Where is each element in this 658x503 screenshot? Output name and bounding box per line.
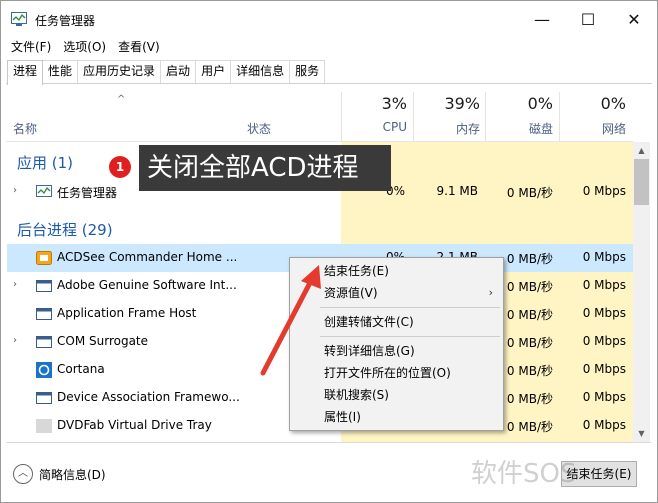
tab-details[interactable]: 详细信息: [230, 60, 291, 83]
window-title: 任务管理器: [35, 14, 96, 28]
task-manager-window: 任务管理器 — ☐ ✕ 文件(F) 选项(O) 查看(V) 进程 性能 应用历史…: [0, 0, 658, 503]
menu-options[interactable]: 选项(O): [57, 37, 112, 57]
window-app-icon: [36, 280, 52, 292]
sort-arrow-icon: ^: [117, 94, 126, 105]
menu-separator: [320, 307, 500, 308]
acdsee-icon: [36, 251, 52, 265]
title-bar: 任务管理器 — ☐ ✕: [1, 1, 657, 37]
disk-percent: 0%: [527, 94, 553, 113]
memory-percent: 39%: [444, 94, 480, 113]
dvdfab-icon: [36, 419, 52, 433]
vertical-scrollbar[interactable]: ▲ ▼: [633, 142, 650, 442]
disk-value: 0 MB/秒: [506, 186, 553, 200]
menu-create-dump-label: 创建转储文件(C): [324, 315, 414, 329]
column-name[interactable]: 名称: [13, 120, 37, 137]
menu-file[interactable]: 文件(F): [5, 37, 57, 57]
window-app-icon: [36, 336, 52, 348]
network-value: 0 Mbps: [582, 184, 626, 198]
minimize-icon: —: [534, 9, 550, 29]
menu-search-online-label: 联机搜索(S): [324, 388, 389, 402]
tab-processes[interactable]: 进程: [7, 60, 44, 85]
memory-value: 9.1 MB: [436, 184, 478, 198]
memory-label: 内存: [455, 122, 480, 136]
process-name: COM Surrogate: [57, 334, 149, 348]
network-label: 网络: [601, 122, 626, 136]
tab-strip: 进程 性能 应用历史记录 启动 用户 详细信息 服务: [7, 60, 326, 85]
group-apps: 应用 (1): [17, 154, 74, 172]
network-value: 0 Mbps: [582, 306, 626, 320]
chevron-right-icon: ›: [488, 286, 493, 299]
process-name: Device Association Framewo...: [57, 390, 239, 404]
fewer-details-link[interactable]: 简略信息(D): [39, 466, 106, 483]
column-network[interactable]: 0% 网络: [558, 94, 626, 137]
network-percent: 0%: [600, 94, 626, 113]
process-name: Application Frame Host: [57, 306, 197, 320]
group-background: 后台进程 (29): [17, 221, 113, 239]
network-value: 0 Mbps: [582, 362, 626, 376]
network-value: 0 Mbps: [582, 418, 626, 432]
chevron-up-icon[interactable]: ︿: [13, 464, 33, 484]
step-badge: 1: [109, 156, 131, 178]
process-name: Adobe Genuine Software Int...: [57, 278, 237, 292]
network-value: 0 Mbps: [582, 390, 626, 404]
menu-search-online[interactable]: 联机搜索(S): [290, 384, 503, 406]
menu-properties[interactable]: 属性(I): [290, 406, 503, 428]
scroll-thumb[interactable]: [634, 159, 649, 205]
menu-open-file-location-label: 打开文件所在的位置(O): [324, 366, 451, 380]
close-icon: ✕: [627, 9, 641, 29]
disk-label: 磁盘: [528, 122, 553, 136]
menu-bar: 文件(F) 选项(O) 查看(V): [5, 37, 166, 57]
footer-divider: [6, 442, 651, 443]
expand-icon[interactable]: ›: [13, 279, 17, 290]
tab-users[interactable]: 用户: [195, 60, 232, 83]
network-value: 0 Mbps: [582, 334, 626, 348]
process-name: Cortana: [57, 362, 105, 376]
menu-resource-values-label: 资源值(V): [324, 286, 378, 300]
menu-end-task-label: 结束任务(E): [324, 264, 389, 278]
menu-go-to-details-label: 转到详细信息(G): [324, 344, 415, 358]
network-value: 0 Mbps: [582, 278, 626, 292]
window-app-icon: [36, 308, 52, 320]
watermark: 软件SOS: [471, 459, 577, 489]
annotation-arrow-icon: [260, 265, 321, 376]
menu-properties-label: 属性(I): [324, 410, 361, 424]
task-manager-icon: [11, 12, 27, 26]
maximize-button[interactable]: ☐: [565, 1, 611, 37]
tab-performance[interactable]: 性能: [42, 60, 79, 83]
maximize-icon: ☐: [580, 9, 596, 29]
expand-icon[interactable]: ›: [13, 335, 17, 346]
cpu-percent: 3%: [381, 94, 407, 113]
annotation-callout: 关闭全部ACD进程: [139, 145, 391, 191]
expand-icon[interactable]: ›: [13, 185, 17, 196]
cpu-label: CPU: [382, 120, 407, 134]
column-status[interactable]: 状态: [247, 120, 271, 137]
window-app-icon: [36, 392, 52, 404]
menu-separator: [320, 336, 500, 337]
network-value: 0 Mbps: [582, 250, 626, 264]
scroll-up-arrow-icon[interactable]: ▲: [633, 142, 650, 159]
column-disk[interactable]: 0% 磁盘: [485, 94, 553, 137]
column-cpu[interactable]: 3% CPU: [339, 94, 407, 134]
process-name: DVDFab Virtual Drive Tray: [57, 418, 212, 432]
process-name: ACDSee Commander Home ...: [57, 250, 238, 264]
tab-services[interactable]: 服务: [289, 60, 326, 83]
menu-view[interactable]: 查看(V): [112, 37, 166, 57]
minimize-button[interactable]: —: [519, 1, 565, 37]
tab-startup[interactable]: 启动: [160, 60, 197, 83]
column-header: ^ 名称 状态 3% CPU 39% 内存 0% 磁盘 0% 网络: [7, 84, 651, 141]
close-button[interactable]: ✕: [611, 1, 657, 37]
task-manager-icon: [36, 185, 52, 197]
scroll-down-arrow-icon[interactable]: ▼: [633, 425, 650, 442]
cortana-icon: [36, 362, 52, 378]
column-memory[interactable]: 39% 内存: [412, 94, 480, 137]
tab-app-history[interactable]: 应用历史记录: [77, 60, 162, 83]
